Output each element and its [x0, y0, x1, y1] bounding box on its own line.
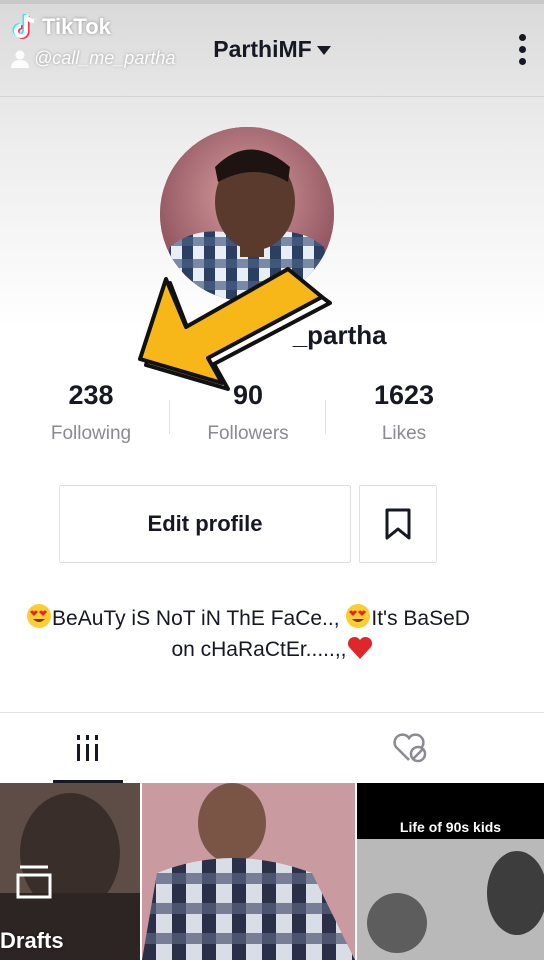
caret-down-icon — [316, 46, 331, 56]
stat-likes[interactable]: 1623 Likes — [324, 380, 484, 445]
drafts-icon — [16, 865, 52, 899]
heart-eyes-emoji-icon — [26, 603, 52, 629]
bio-line-1: BeAuTy iS NoT iN ThE FaCe.., — [52, 607, 346, 630]
drafts-tile[interactable]: Drafts — [0, 783, 140, 960]
stat-followers[interactable]: 90 Followers — [168, 380, 328, 445]
following-count: 238 — [68, 380, 114, 410]
account-name: ParthiMF — [213, 36, 312, 62]
red-heart-icon — [347, 636, 373, 660]
video-tile[interactable]: Life of 90s kids — [357, 783, 544, 960]
profile-tabs — [0, 712, 544, 784]
watermark-logo-text: TikTok — [42, 14, 111, 39]
followers-label: Followers — [207, 423, 289, 444]
video-tile[interactable] — [142, 783, 355, 960]
following-label: Following — [50, 423, 132, 444]
drafts-label: Drafts — [0, 928, 64, 953]
heart-eyes-emoji-icon — [345, 603, 371, 629]
favorites-button[interactable] — [359, 485, 437, 563]
video-caption-text: Life of 90s kids — [399, 819, 502, 835]
followers-count: 90 — [232, 380, 264, 410]
heart-hidden-icon — [393, 733, 427, 763]
more-vertical-icon[interactable] — [516, 34, 528, 70]
likes-count: 1623 — [373, 380, 435, 410]
likes-label: Likes — [381, 423, 427, 444]
tiktok-watermark: TikTok @call_me_partha — [10, 12, 175, 69]
stats-row: 238 Following 90 Followers 1623 Likes — [0, 380, 544, 460]
bio-line-2: on cHaRaCtEr.....,, — [171, 638, 347, 661]
user-icon — [11, 50, 29, 68]
bookmark-icon — [385, 508, 411, 540]
edit-profile-button[interactable]: Edit profile — [59, 485, 351, 563]
bio-line-1b: It's BaSeD — [371, 607, 470, 630]
bio: BeAuTy iS NoT iN ThE FaCe.., It's BaSeD … — [0, 603, 544, 665]
edit-profile-label: Edit profile — [147, 511, 263, 536]
tiktok-logo-icon — [12, 14, 35, 39]
watermark-handle: @call_me_partha — [34, 48, 176, 68]
tab-videos[interactable] — [53, 713, 123, 783]
stat-following[interactable]: 238 Following — [11, 380, 171, 445]
video-thumbnail — [142, 783, 355, 960]
tab-liked[interactable] — [375, 713, 445, 783]
video-caption: Life of 90s kids — [357, 783, 544, 839]
video-grid: Drafts Life of 90s kids — [0, 783, 544, 960]
grid-icon — [77, 735, 98, 761]
